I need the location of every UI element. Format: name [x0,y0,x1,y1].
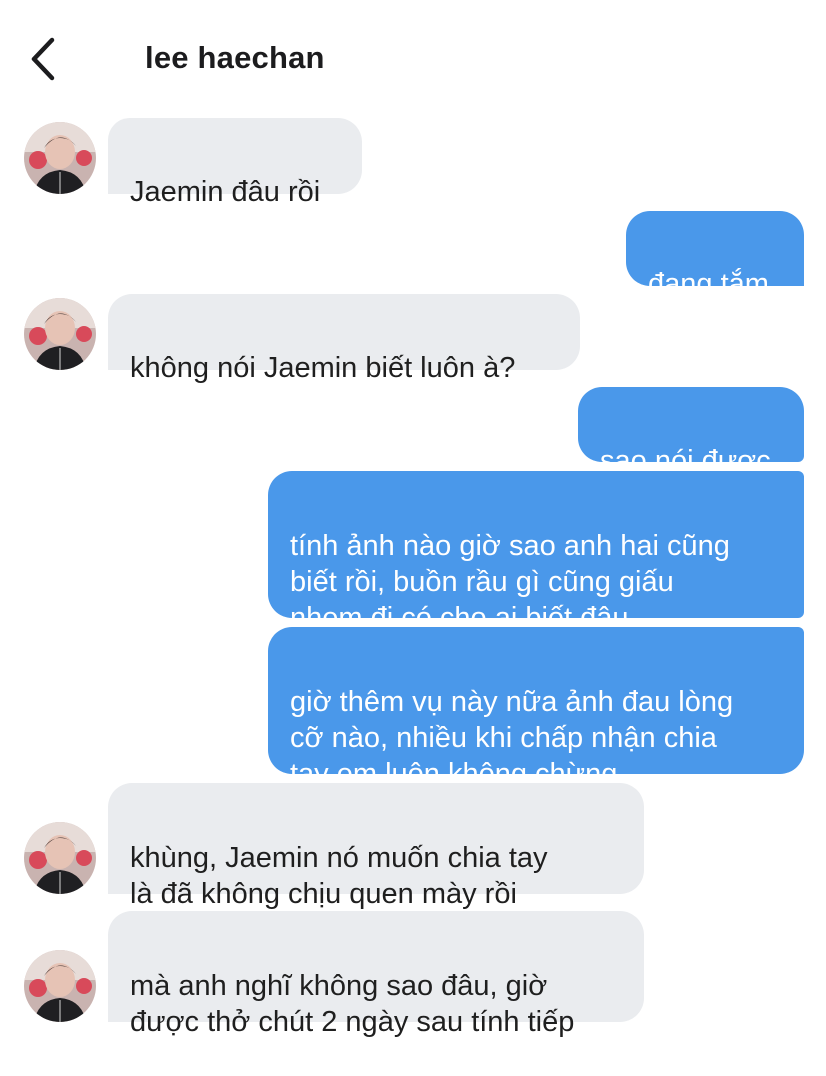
message-text: tính ảnh nào giờ sao anh hai cũng biết r… [290,530,730,634]
message-bubble-incoming[interactable]: Jaemin đâu rồi [108,118,362,208]
avatar-image [24,298,96,370]
contact-avatar[interactable] [24,822,96,894]
message-text: Jaemin đâu rồi [130,176,321,208]
chat-header: lee haechan [0,0,826,110]
avatar-image [24,122,96,194]
avatar-image [24,950,96,1022]
message-bubble-outgoing[interactable]: giờ thêm vụ này nữa ảnh đau lòng cỡ nào,… [268,627,804,790]
message-text: khùng, Jaemin nó muốn chia tay là đã khô… [130,842,548,910]
contact-name[interactable]: lee haechan [145,40,325,76]
chevron-left-icon [31,37,55,81]
contact-avatar[interactable] [24,298,96,370]
message-bubble-incoming[interactable]: khùng, Jaemin nó muốn chia tay là đã khô… [108,783,644,910]
contact-avatar[interactable] [24,122,96,194]
contact-avatar[interactable] [24,950,96,1022]
back-button[interactable] [22,36,66,82]
message-text: đang tắm [648,268,769,300]
message-bubble-outgoing[interactable]: sao nói được [578,387,804,477]
message-bubble-incoming[interactable]: mà anh nghĩ không sao đâu, giờ được thở … [108,911,644,1038]
message-text: mà anh nghĩ không sao đâu, giờ được thở … [130,970,575,1038]
message-text: không nói Jaemin biết luôn à? [130,352,516,384]
message-bubble-outgoing[interactable]: tính ảnh nào giờ sao anh hai cũng biết r… [268,471,804,634]
message-bubble-outgoing[interactable]: đang tắm [626,211,804,300]
message-text: giờ thêm vụ này nữa ảnh đau lòng cỡ nào,… [290,686,734,790]
avatar-image [24,822,96,894]
message-bubble-incoming[interactable]: không nói Jaemin biết luôn à? [108,294,580,384]
